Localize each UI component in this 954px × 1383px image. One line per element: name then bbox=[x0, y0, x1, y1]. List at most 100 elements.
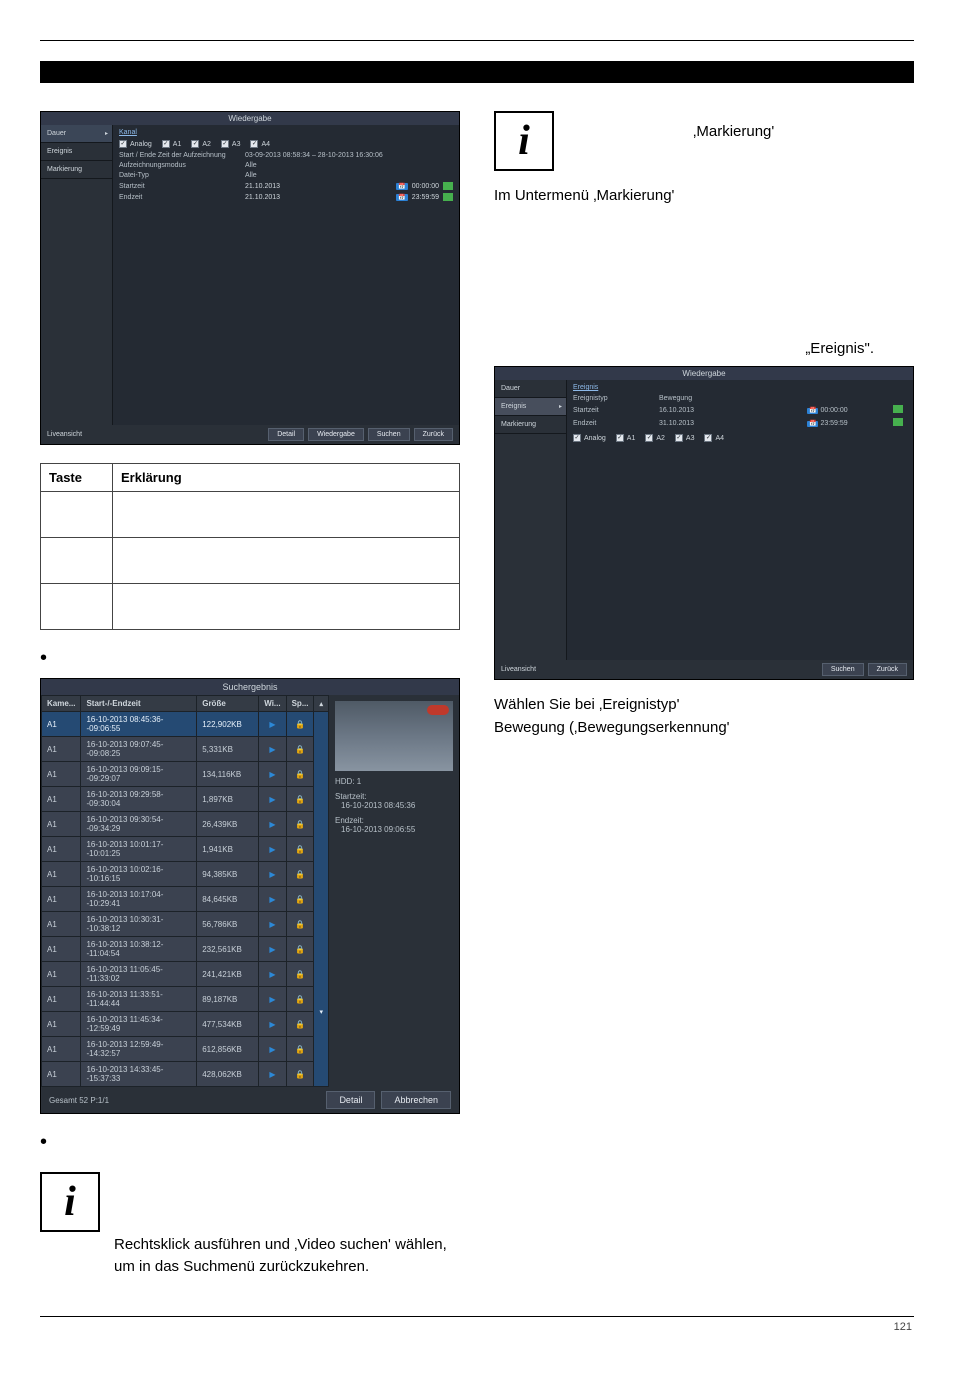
lock-button[interactable]: 🔒 bbox=[286, 1062, 314, 1087]
mode-value[interactable]: Alle bbox=[245, 162, 453, 169]
calendar-icon[interactable]: 📅 bbox=[396, 194, 407, 201]
lock-button[interactable]: 🔒 bbox=[286, 987, 314, 1012]
scroll-down-icon[interactable]: ▾ bbox=[319, 1008, 323, 1016]
time-spinner-icon[interactable] bbox=[443, 182, 453, 190]
sidebar-item-dauer[interactable]: Dauer▸ bbox=[41, 125, 112, 143]
time-spinner-icon[interactable] bbox=[443, 193, 453, 201]
start-time: 00:00:00 bbox=[412, 183, 439, 190]
play-button[interactable]: ▶ bbox=[259, 887, 286, 912]
sidebar-item-markierung[interactable]: Markierung bbox=[41, 161, 112, 179]
table-row[interactable]: A116-10-2013 11:05:45--11:33:02241,421KB… bbox=[42, 962, 329, 987]
sidebar-item-dauer[interactable]: Dauer bbox=[495, 380, 566, 398]
lock-button[interactable]: 🔒 bbox=[286, 762, 314, 787]
cell-kamera: A1 bbox=[42, 937, 81, 962]
calendar-icon[interactable]: 📅 bbox=[807, 421, 818, 427]
wiedergabe-button[interactable]: Wiedergabe bbox=[308, 428, 364, 441]
table-row[interactable]: A116-10-2013 11:33:51--11:44:4489,187KB▶… bbox=[42, 987, 329, 1012]
lock-button[interactable]: 🔒 bbox=[286, 887, 314, 912]
checkbox-a2[interactable]: ✓A2 bbox=[645, 434, 665, 442]
lock-button[interactable]: 🔒 bbox=[286, 812, 314, 837]
type-value[interactable]: Alle bbox=[245, 172, 453, 179]
lock-button[interactable]: 🔒 bbox=[286, 837, 314, 862]
th-size[interactable]: Größe bbox=[197, 696, 259, 712]
scrollbar[interactable]: ▾ bbox=[314, 712, 329, 1087]
th-zeit[interactable]: Start-/-Endzeit bbox=[81, 696, 197, 712]
table-row[interactable]: A116-10-2013 10:17:04--10:29:4184,645KB▶… bbox=[42, 887, 329, 912]
sidebar-item-ereignis[interactable]: Ereignis▸ bbox=[495, 398, 566, 416]
play-button[interactable]: ▶ bbox=[259, 1037, 286, 1062]
lock-button[interactable]: 🔒 bbox=[286, 1012, 314, 1037]
scroll-up-icon[interactable]: ▴ bbox=[314, 696, 329, 712]
play-button[interactable]: ▶ bbox=[259, 962, 286, 987]
table-row[interactable]: A116-10-2013 14:33:45--15:37:33428,062KB… bbox=[42, 1062, 329, 1087]
play-button[interactable]: ▶ bbox=[259, 937, 286, 962]
play-button[interactable]: ▶ bbox=[259, 1062, 286, 1087]
checkbox-a1[interactable]: ✓A1 bbox=[616, 434, 636, 442]
play-button[interactable]: ▶ bbox=[259, 737, 286, 762]
checkbox-analog[interactable]: ✓Analog bbox=[573, 434, 606, 442]
time-spinner-icon[interactable] bbox=[893, 418, 903, 426]
liveansicht-link[interactable]: Liveansicht bbox=[501, 666, 536, 673]
end-date[interactable]: 31.10.2013 bbox=[659, 420, 801, 427]
calendar-icon[interactable]: 📅 bbox=[807, 408, 818, 414]
calendar-icon[interactable]: 📅 bbox=[396, 183, 407, 190]
lock-button[interactable]: 🔒 bbox=[286, 962, 314, 987]
play-button[interactable]: ▶ bbox=[259, 812, 286, 837]
table-row[interactable]: A116-10-2013 10:30:31--10:38:1256,786KB▶… bbox=[42, 912, 329, 937]
table-row[interactable]: A116-10-2013 09:29:58--09:30:041,897KB▶🔒 bbox=[42, 787, 329, 812]
table-row[interactable]: A116-10-2013 10:02:16--10:16:1594,385KB▶… bbox=[42, 862, 329, 887]
lock-button[interactable]: 🔒 bbox=[286, 937, 314, 962]
checkbox-a4[interactable]: ✓A4 bbox=[704, 434, 724, 442]
start-row[interactable]: 21.10.2013 📅 00:00:00 bbox=[245, 182, 453, 190]
zurueck-button[interactable]: Zurück bbox=[868, 663, 907, 676]
cell-zeit: 16-10-2013 09:07:45--09:08:25 bbox=[81, 737, 197, 762]
lock-button[interactable]: 🔒 bbox=[286, 862, 314, 887]
tab-kanal[interactable]: Kanal bbox=[119, 129, 137, 136]
play-button[interactable]: ▶ bbox=[259, 1012, 286, 1037]
table-row[interactable]: A116-10-2013 10:38:12--11:04:54232,561KB… bbox=[42, 937, 329, 962]
checkbox-a3[interactable]: ✓A3 bbox=[675, 434, 695, 442]
lock-button[interactable]: 🔒 bbox=[286, 737, 314, 762]
checkbox-analog[interactable]: ✓Analog bbox=[119, 140, 152, 148]
checkbox-a3[interactable]: ✓A3 bbox=[221, 140, 241, 148]
play-button[interactable]: ▶ bbox=[259, 712, 286, 737]
play-button[interactable]: ▶ bbox=[259, 987, 286, 1012]
th-kamera[interactable]: Kame... bbox=[42, 696, 81, 712]
lock-button[interactable]: 🔒 bbox=[286, 1037, 314, 1062]
table-row[interactable]: A116-10-2013 09:09:15--09:29:07134,116KB… bbox=[42, 762, 329, 787]
lock-button[interactable]: 🔒 bbox=[286, 787, 314, 812]
start-date[interactable]: 16.10.2013 bbox=[659, 407, 801, 414]
table-row[interactable]: A116-10-2013 09:07:45--09:08:255,331KB▶🔒 bbox=[42, 737, 329, 762]
play-button[interactable]: ▶ bbox=[259, 837, 286, 862]
suchen-button[interactable]: Suchen bbox=[822, 663, 864, 676]
liveansicht-link[interactable]: Liveansicht bbox=[47, 431, 82, 438]
checkbox-a4[interactable]: ✓A4 bbox=[250, 140, 270, 148]
detail-button[interactable]: Detail bbox=[268, 428, 304, 441]
detail-button[interactable]: Detail bbox=[326, 1091, 375, 1109]
play-button[interactable]: ▶ bbox=[259, 762, 286, 787]
end-row[interactable]: 21.10.2013 📅 23:59:59 bbox=[245, 193, 453, 201]
checkbox-a2[interactable]: ✓A2 bbox=[191, 140, 211, 148]
tab-ereignis[interactable]: Ereignis bbox=[573, 384, 598, 391]
zurueck-button[interactable]: Zurück bbox=[414, 428, 453, 441]
play-button[interactable]: ▶ bbox=[259, 787, 286, 812]
abbrechen-button[interactable]: Abbrechen bbox=[381, 1091, 451, 1109]
table-row[interactable]: A116-10-2013 11:45:34--12:59:49477,534KB… bbox=[42, 1012, 329, 1037]
play-button[interactable]: ▶ bbox=[259, 862, 286, 887]
sidebar-item-markierung[interactable]: Markierung bbox=[495, 416, 566, 434]
checkbox-a1[interactable]: ✓A1 bbox=[162, 140, 182, 148]
lock-button[interactable]: 🔒 bbox=[286, 912, 314, 937]
sidebar-item-ereignis[interactable]: Ereignis bbox=[41, 143, 112, 161]
time-spinner-icon[interactable] bbox=[893, 405, 903, 413]
table-row[interactable]: A116-10-2013 08:45:36--09:06:55122,902KB… bbox=[42, 712, 329, 737]
lock-button[interactable]: 🔒 bbox=[286, 712, 314, 737]
table-row[interactable]: A116-10-2013 12:59:49--14:32:57612,856KB… bbox=[42, 1037, 329, 1062]
th-play[interactable]: Wi... bbox=[259, 696, 286, 712]
table-row[interactable]: A116-10-2013 10:01:17--10:01:251,941KB▶🔒 bbox=[42, 837, 329, 862]
lock-icon: 🔒 bbox=[295, 845, 305, 854]
play-button[interactable]: ▶ bbox=[259, 912, 286, 937]
th-lock[interactable]: Sp... bbox=[286, 696, 314, 712]
suchen-button[interactable]: Suchen bbox=[368, 428, 410, 441]
table-row[interactable]: A116-10-2013 09:30:54--09:34:2926,439KB▶… bbox=[42, 812, 329, 837]
type-value[interactable]: Bewegung bbox=[659, 395, 801, 402]
